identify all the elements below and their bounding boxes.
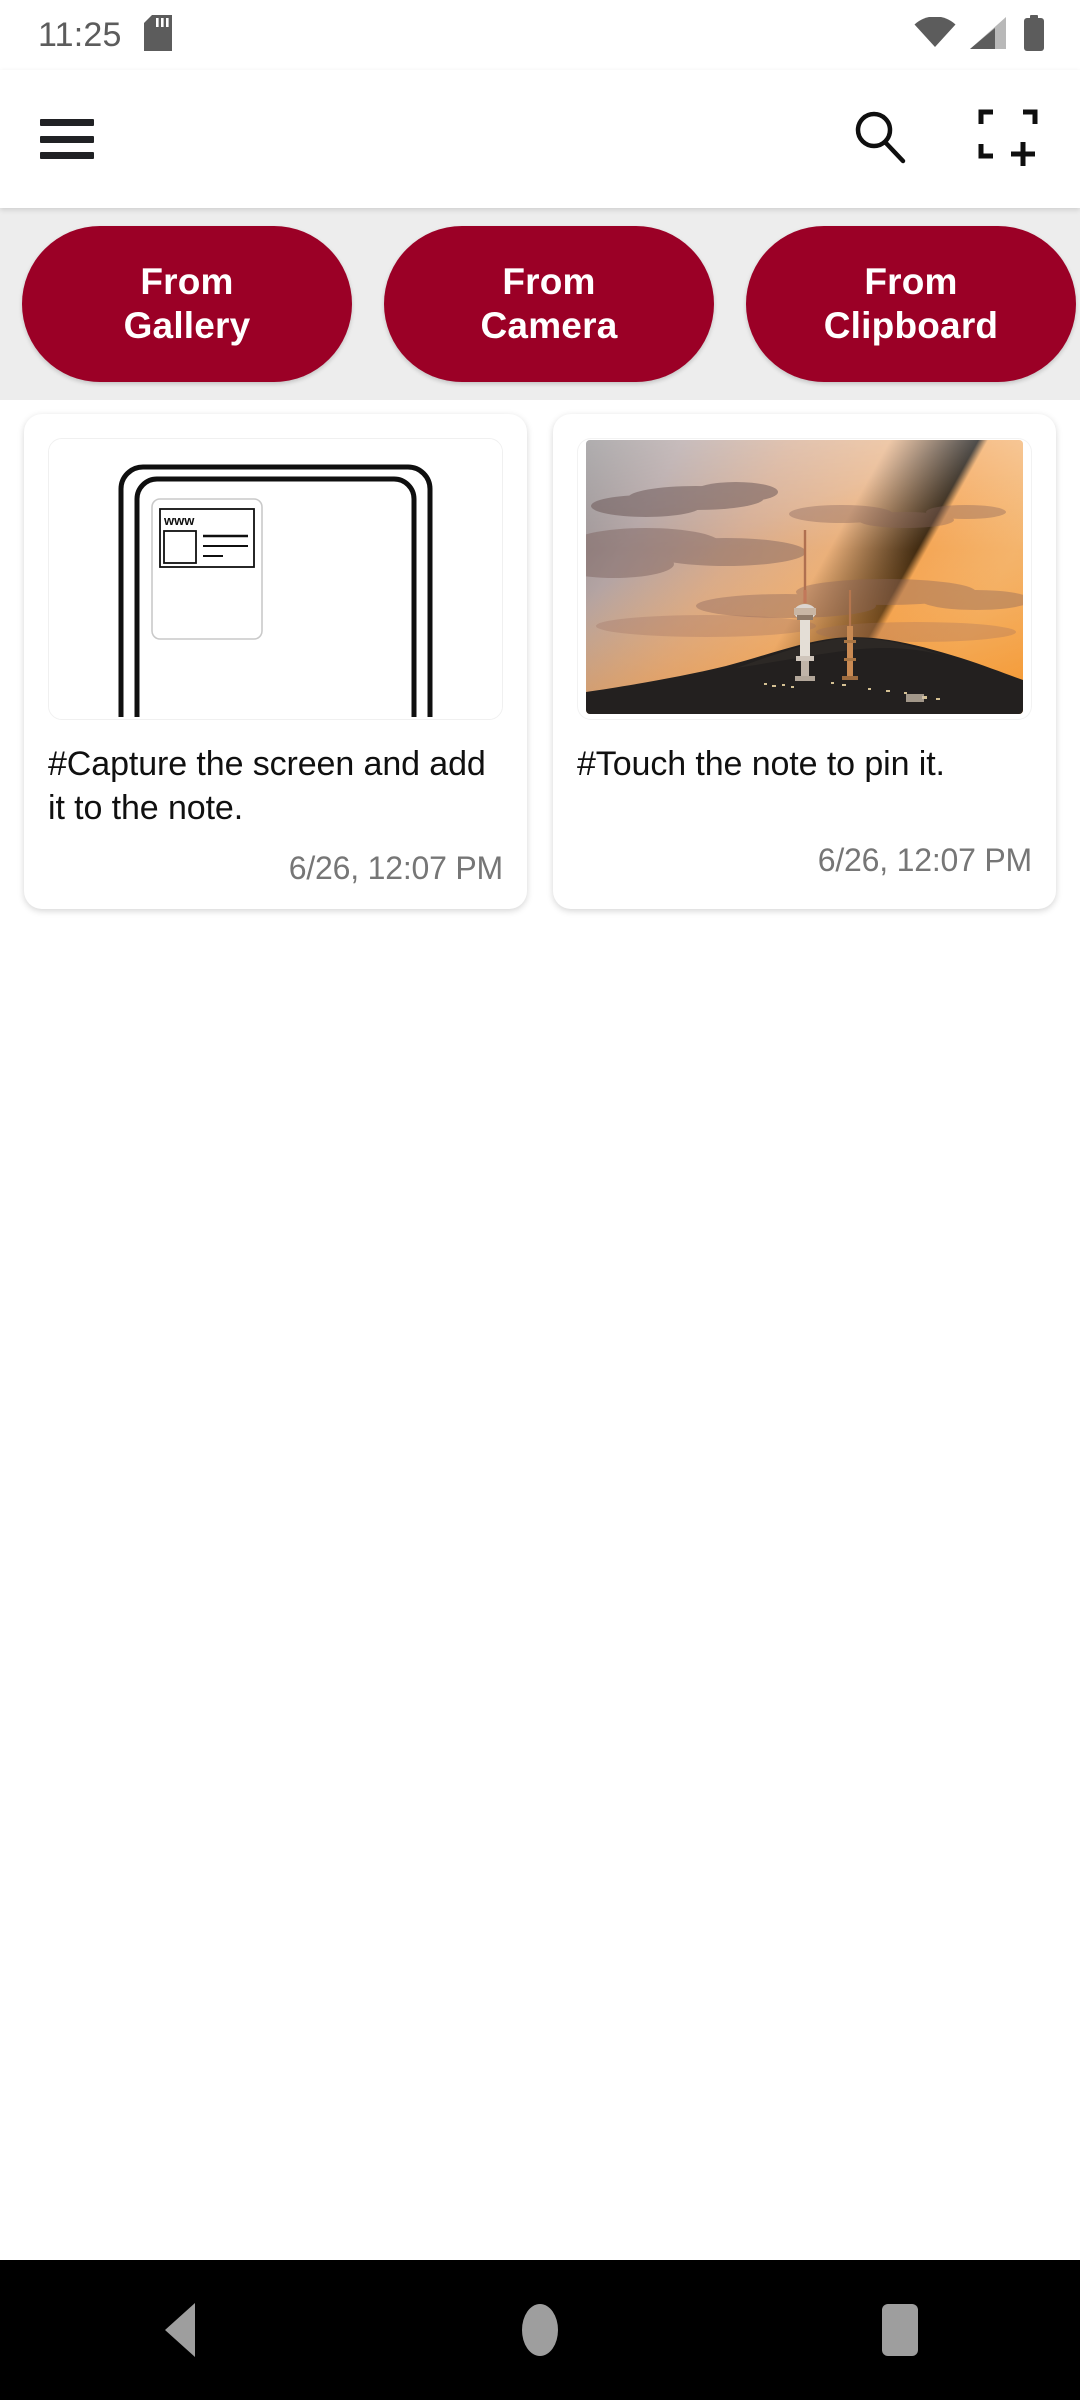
cellular-signal-icon [970,16,1008,54]
note-list: www #Capture the screen and add it to th… [0,400,1080,2130]
recents-button[interactable] [820,2260,980,2400]
note-text: #Capture the screen and add it to the no… [48,745,486,828]
status-time: 11:25 [38,16,122,54]
status-bar: 11:25 [0,0,1080,70]
hamburger-line [40,135,94,143]
from-clipboard-button[interactable]: From Clipboard [746,226,1076,382]
screen-capture-illustration: www [49,439,502,719]
hamburger-line [40,152,94,159]
back-button[interactable] [100,2260,260,2400]
capture-add-button[interactable] [972,103,1044,175]
screen-capture-add-icon [977,106,1039,173]
svg-text:www: www [163,513,195,528]
recents-square-icon [882,2304,918,2356]
back-triangle-icon [165,2303,195,2357]
from-gallery-button[interactable]: From Gallery [22,226,352,382]
quick-action-strip: From Gallery From Camera From Clipboard [0,208,1080,400]
app-bar [0,70,1080,208]
search-button[interactable] [844,103,916,175]
note-timestamp: 6/26, 12:07 PM [288,850,503,887]
note-text: #Touch the note to pin it. [577,745,945,783]
home-circle-icon [522,2304,558,2356]
note-grid: www #Capture the screen and add it to th… [0,414,1080,910]
wifi-icon [914,15,956,54]
battery-icon [1022,14,1046,56]
status-bar-right [914,14,1046,56]
note-card[interactable]: #Touch the note to pin it. 6/26, 12:07 P… [553,414,1056,910]
from-camera-button[interactable]: From Camera [384,226,714,382]
system-navigation-bar [0,2260,1080,2400]
app-bar-actions [844,103,1044,175]
quick-action-row: From Gallery From Camera From Clipboard [22,226,1076,382]
sunset-tower-photo [577,439,1031,719]
hamburger-line [40,119,94,126]
status-bar-left: 11:25 [38,14,172,56]
note-card[interactable]: www #Capture the screen and add it to th… [24,414,527,910]
note-timestamp: 6/26, 12:07 PM [817,842,1032,879]
sd-card-icon [143,14,172,56]
hamburger-menu-icon[interactable] [40,119,94,159]
home-button[interactable] [460,2260,620,2400]
search-icon [849,106,911,173]
note-thumbnail: www [48,438,503,720]
note-thumbnail [577,438,1032,720]
